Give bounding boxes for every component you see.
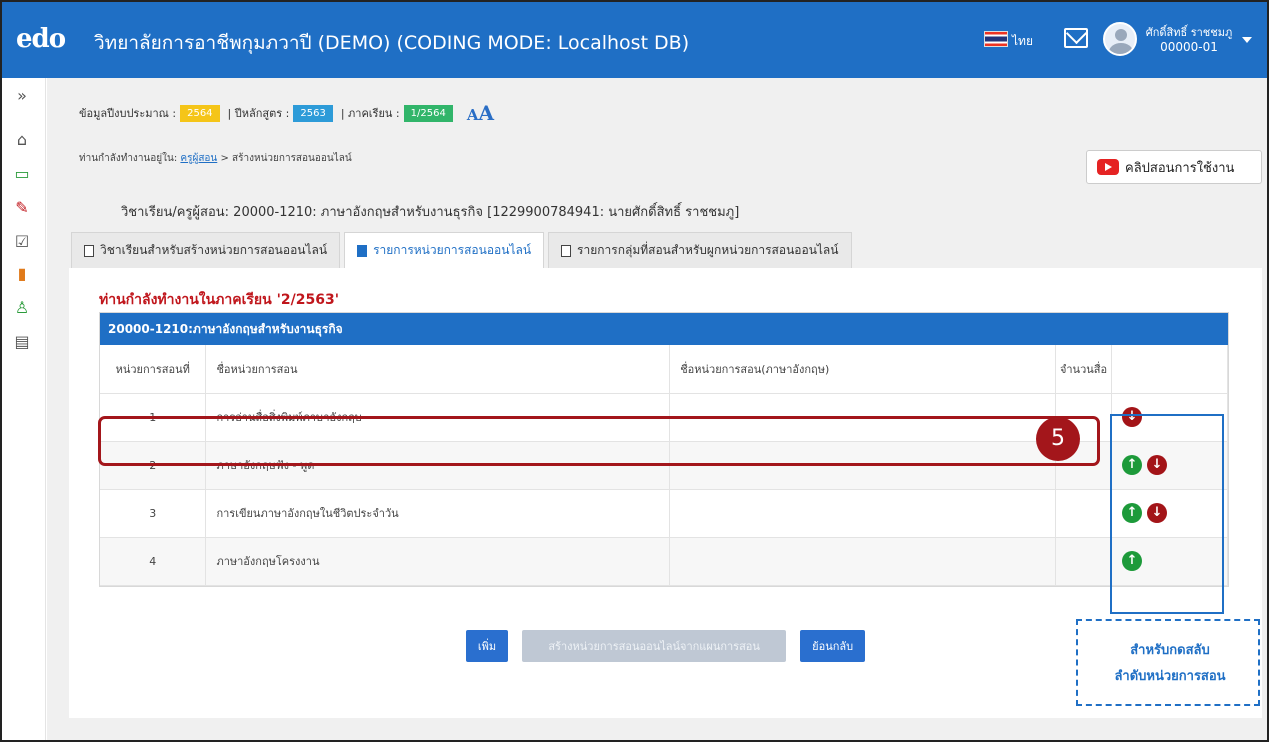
table-title: 20000-1210:ภาษาอังกฤษสำหรับงานธุรกิจ — [100, 313, 1228, 345]
monitor-icon[interactable]: ▭ — [12, 164, 32, 184]
budget-year-label: ข้อมูลปีงบประมาณ : — [79, 107, 177, 120]
course-info: วิชาเรียน/ครูผู้สอน: 20000-1210: ภาษาอัง… — [121, 205, 740, 220]
books-icon[interactable]: ▮ — [12, 264, 32, 284]
curriculum-year-label: | ปีหลักสูตร : — [227, 107, 290, 120]
archive-icon[interactable]: ▤ — [12, 332, 32, 352]
curriculum-year-badge: 2563 — [293, 104, 333, 122]
tab-label: รายการหน่วยการสอนออนไลน์ — [373, 243, 532, 257]
document-icon — [357, 244, 368, 257]
edo-logo[interactable]: edo — [16, 24, 66, 54]
unit-name: ภาษาอังกฤษโครงงาน — [205, 537, 671, 586]
column-header — [1111, 345, 1228, 394]
thai-flag-icon[interactable] — [984, 31, 1008, 47]
budget-year-badge: 2564 — [180, 104, 220, 122]
top-navbar: edo วิทยาลัยการอาชีพกุมภวาปี (DEMO) (COD… — [2, 2, 1267, 78]
table-header-row: หน่วยการสอนที่ ชื่อหน่วยการสอน ชื่อหน่วย… — [100, 345, 1228, 394]
font-size-control[interactable]: AA — [467, 101, 494, 125]
semester-note: ท่านกำลังทำงานในภาคเรียน '2/2563' — [99, 292, 339, 308]
chevron-down-icon[interactable] — [1242, 37, 1252, 43]
unit-name: การเขียนภาษาอังกฤษในชีวิตประจำวัน — [205, 489, 671, 538]
expand-icon[interactable]: » — [12, 86, 32, 106]
help-video-label: คลิปสอนการใช้งาน — [1125, 160, 1235, 176]
media-count — [1055, 489, 1113, 538]
document-icon — [561, 244, 572, 257]
unit-number: 3 — [100, 489, 207, 538]
home-icon[interactable]: ⌂ — [12, 130, 32, 150]
tab-courses[interactable]: วิชาเรียนสำหรับสร้างหน่วยการสอนออนไลน์ — [71, 232, 341, 268]
screenshot-frame: edo วิทยาลัยการอาชีพกุมภวาปี (DEMO) (COD… — [0, 0, 1269, 742]
app-title: วิทยาลัยการอาชีพกุมภวาปี (DEMO) (CODING … — [94, 32, 690, 54]
step-badge: 5 — [1036, 417, 1080, 461]
table-row: 3 การเขียนภาษาอังกฤษในชีวิตประจำวัน ↑ ↓ — [100, 489, 1228, 538]
tab-label: รายการกลุ่มที่สอนสำหรับผูกหน่วยการสอนออน… — [577, 243, 839, 257]
breadcrumb-current: > สร้างหน่วยการสอนออนไลน์ — [217, 153, 352, 164]
tab-label: วิชาเรียนสำหรับสร้างหน่วยการสอนออนไลน์ — [100, 243, 328, 257]
tab-online-units[interactable]: รายการหน่วยการสอนออนไลน์ — [344, 232, 545, 268]
annotation-note-line1: สำหรับกดสลับ — [1130, 643, 1210, 658]
help-video-button[interactable]: คลิปสอนการใช้งาน — [1086, 150, 1262, 184]
breadcrumb-link-teacher[interactable]: ครูผู้สอน — [180, 153, 217, 164]
add-button[interactable]: เพิ่ม — [465, 630, 509, 662]
column-header: หน่วยการสอนที่ — [100, 345, 207, 394]
create-from-plan-button[interactable]: สร้างหน่วยการสอนออนไลน์จากแผนการสอน — [522, 630, 787, 662]
semester-label: | ภาคเรียน : — [340, 107, 400, 120]
mail-icon[interactable] — [1064, 28, 1088, 48]
youtube-icon — [1097, 159, 1119, 175]
back-button[interactable]: ย้อนกลับ — [800, 630, 866, 662]
unit-name-en — [669, 537, 1057, 586]
checklist-icon[interactable]: ☑ — [12, 232, 32, 252]
avatar[interactable] — [1103, 22, 1137, 56]
media-count — [1055, 537, 1113, 586]
unit-name-en — [669, 489, 1057, 538]
user-icon[interactable]: ♙ — [12, 298, 32, 318]
column-header: ชื่อหน่วยการสอน(ภาษาอังกฤษ) — [669, 345, 1057, 394]
sidebar: » ⌂ ▭ ✎ ☑ ▮ ♙ ▤ — [2, 78, 46, 740]
column-header: จำนวนสื่อ — [1055, 345, 1113, 394]
breadcrumb-prefix: ท่านกำลังทำงานอยู่ใน: — [79, 153, 178, 164]
tab-groups[interactable]: รายการกลุ่มที่สอนสำหรับผูกหน่วยการสอนออน… — [548, 232, 852, 268]
arrow-column-highlight — [1110, 414, 1224, 614]
highlight-row-box — [98, 416, 1100, 466]
annotation-note-line2: ลำดับหน่วยการสอน — [1114, 669, 1226, 684]
user-id[interactable]: 00000-01 — [1144, 40, 1234, 54]
column-header: ชื่อหน่วยการสอน — [205, 345, 671, 394]
font-large-button[interactable]: A — [478, 101, 494, 125]
breadcrumb: ท่านกำลังทำงานอยู่ใน: ครูผู้สอน > สร้างห… — [79, 151, 352, 166]
document-icon — [84, 244, 94, 257]
status-bar: ข้อมูลปีงบประมาณ : 2564 | ปีหลักสูตร : 2… — [79, 101, 494, 125]
annotation-note: สำหรับกดสลับ ลำดับหน่วยการสอน — [1076, 619, 1260, 706]
semester-badge: 1/2564 — [403, 104, 453, 122]
user-name[interactable]: ศักดิ์สิทธิ์ ราชชมภู — [1144, 23, 1234, 41]
tab-bar: วิชาเรียนสำหรับสร้างหน่วยการสอนออนไลน์ ร… — [71, 232, 856, 268]
table-row: 4 ภาษาอังกฤษโครงงาน ↑ — [100, 537, 1228, 586]
font-small-button[interactable]: A — [467, 106, 479, 124]
language-label[interactable]: ไทย — [1012, 32, 1033, 51]
unit-number: 4 — [100, 537, 207, 586]
pencil-icon[interactable]: ✎ — [12, 198, 32, 218]
